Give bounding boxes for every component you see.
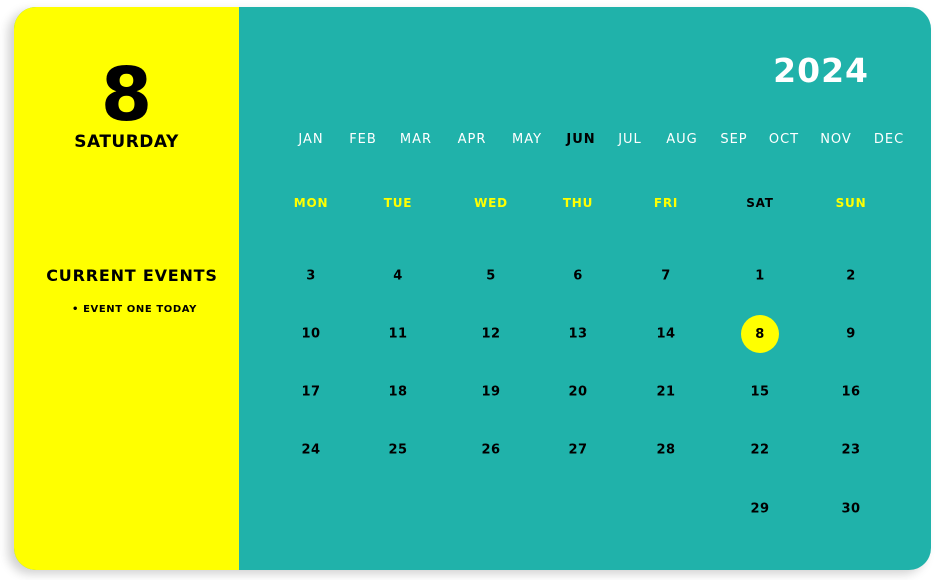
month-oct[interactable]: OCT <box>769 132 799 147</box>
day-cell[interactable]: 22 <box>750 443 769 458</box>
date-sidebar: 8 SATURDAY CURRENT EVENTS EVENT ONE TODA… <box>14 7 239 570</box>
weekday-sat: SAT <box>746 196 774 210</box>
events-title: CURRENT EVENTS <box>46 266 218 285</box>
day-cell[interactable]: 6 <box>573 269 583 284</box>
day-cell[interactable]: 13 <box>568 327 587 342</box>
month-apr[interactable]: APR <box>458 132 487 147</box>
month-jun[interactable]: JUN <box>566 132 595 147</box>
event-item[interactable]: EVENT ONE TODAY <box>72 304 197 315</box>
day-cell[interactable]: 7 <box>661 269 671 284</box>
day-cell[interactable]: 23 <box>841 443 860 458</box>
day-cell[interactable]: 4 <box>393 269 403 284</box>
day-cell[interactable]: 15 <box>750 385 769 400</box>
day-cell[interactable]: 20 <box>568 385 587 400</box>
weekday-tue: TUE <box>383 196 413 210</box>
month-dec[interactable]: DEC <box>874 132 904 147</box>
month-may[interactable]: MAY <box>512 132 542 147</box>
month-jan[interactable]: JAN <box>298 132 323 147</box>
day-cell[interactable]: 18 <box>388 385 407 400</box>
month-sep[interactable]: SEP <box>720 132 747 147</box>
weekday-thu: THU <box>562 196 594 210</box>
selected-day-cell[interactable]: 8 <box>741 315 779 353</box>
day-cell[interactable]: 28 <box>656 443 675 458</box>
day-cell[interactable]: 14 <box>656 327 675 342</box>
day-cell[interactable]: 25 <box>388 443 407 458</box>
weekday-wed: WED <box>474 196 508 210</box>
month-feb[interactable]: FEB <box>349 132 377 147</box>
month-selector: JAN FEB MAR APR MAY JUN JUL AUG SEP OCT NOV DEC <box>14 132 931 152</box>
day-cell[interactable]: 1 <box>755 269 765 284</box>
day-cell[interactable]: 19 <box>481 385 500 400</box>
month-aug[interactable]: AUG <box>666 132 697 147</box>
day-cell[interactable]: 26 <box>481 443 500 458</box>
day-cell[interactable]: 29 <box>750 502 769 517</box>
day-cell[interactable]: 21 <box>656 385 675 400</box>
selected-day-number: 8 <box>100 52 153 138</box>
calendar-card: 8 SATURDAY CURRENT EVENTS EVENT ONE TODA… <box>14 7 931 570</box>
day-cell[interactable]: 30 <box>841 502 860 517</box>
day-cell[interactable]: 11 <box>388 327 407 342</box>
weekday-sun: SUN <box>835 196 867 210</box>
day-cell[interactable]: 10 <box>301 327 320 342</box>
day-cell[interactable]: 17 <box>301 385 320 400</box>
events-list: EVENT ONE TODAY <box>72 304 197 315</box>
day-cell[interactable]: 9 <box>846 327 856 342</box>
month-mar[interactable]: MAR <box>400 132 432 147</box>
year-label[interactable]: 2024 <box>773 51 869 90</box>
weekday-mon: MON <box>293 196 329 210</box>
day-cell[interactable]: 24 <box>301 443 320 458</box>
day-cell[interactable]: 2 <box>846 269 856 284</box>
day-cell[interactable]: 5 <box>486 269 496 284</box>
month-jul[interactable]: JUL <box>618 132 642 147</box>
month-nov[interactable]: NOV <box>820 132 852 147</box>
day-cell[interactable]: 16 <box>841 385 860 400</box>
day-cell[interactable]: 27 <box>568 443 587 458</box>
weekday-fri: FRI <box>653 196 679 210</box>
day-cell[interactable]: 12 <box>481 327 500 342</box>
day-cell[interactable]: 3 <box>306 269 316 284</box>
